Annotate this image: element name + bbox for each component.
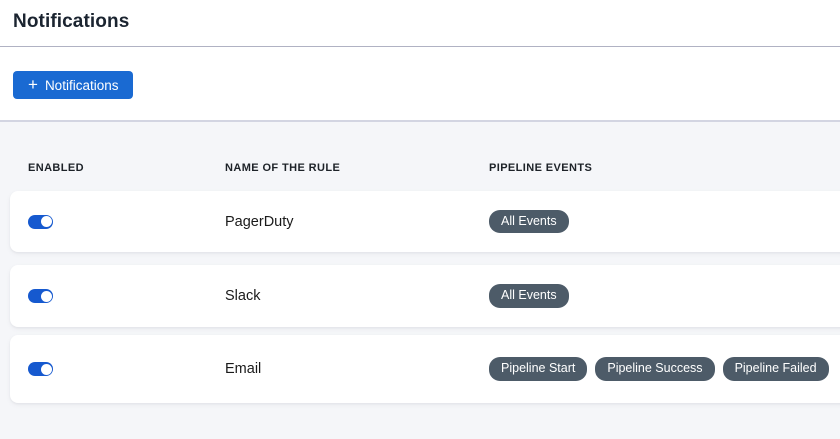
events-cell: All Events <box>489 210 840 234</box>
column-header-pipeline-events: PIPELINE EVENTS <box>489 162 840 174</box>
enabled-toggle[interactable] <box>28 289 53 303</box>
events-cell: Pipeline Start Pipeline Success Pipeline F… <box>489 357 840 381</box>
column-header-rule-name: NAME OF THE RULE <box>225 162 489 174</box>
notification-rule-row: Email Pipeline StartPipeline SuccessPipe… <box>10 335 840 403</box>
enabled-toggle[interactable] <box>28 362 53 376</box>
table-body: PagerDuty All Events Slack All Events Em… <box>0 191 840 403</box>
event-badge: All Events <box>489 284 569 308</box>
notifications-table: ENABLED NAME OF THE RULE PIPELINE EVENTS… <box>0 120 840 439</box>
add-notifications-button[interactable]: + Notifications <box>13 71 133 99</box>
notification-rule-row: PagerDuty All Events <box>10 191 840 252</box>
event-badge: Pipeline Failed <box>723 357 829 381</box>
enabled-cell <box>28 215 225 229</box>
event-badge: Pipeline Start <box>489 357 587 381</box>
enabled-cell <box>28 289 225 303</box>
plus-icon: + <box>28 76 38 93</box>
page-title: Notifications <box>13 11 827 33</box>
page-header: Notifications <box>0 0 840 47</box>
notification-rule-row: Slack All Events <box>10 265 840 327</box>
table-header-row: ENABLED NAME OF THE RULE PIPELINE EVENTS <box>0 122 840 191</box>
events-cell: All Events <box>489 284 840 308</box>
event-badge: All Events <box>489 210 569 234</box>
enabled-cell <box>28 362 225 376</box>
enabled-toggle[interactable] <box>28 215 53 229</box>
event-badge: Pipeline Success <box>595 357 714 381</box>
toolbar: + Notifications <box>0 47 840 120</box>
rule-name: Email <box>225 361 489 377</box>
column-header-enabled: ENABLED <box>28 162 225 174</box>
rule-name: Slack <box>225 288 489 304</box>
rule-name: PagerDuty <box>225 214 489 230</box>
add-notifications-label: Notifications <box>45 78 119 93</box>
